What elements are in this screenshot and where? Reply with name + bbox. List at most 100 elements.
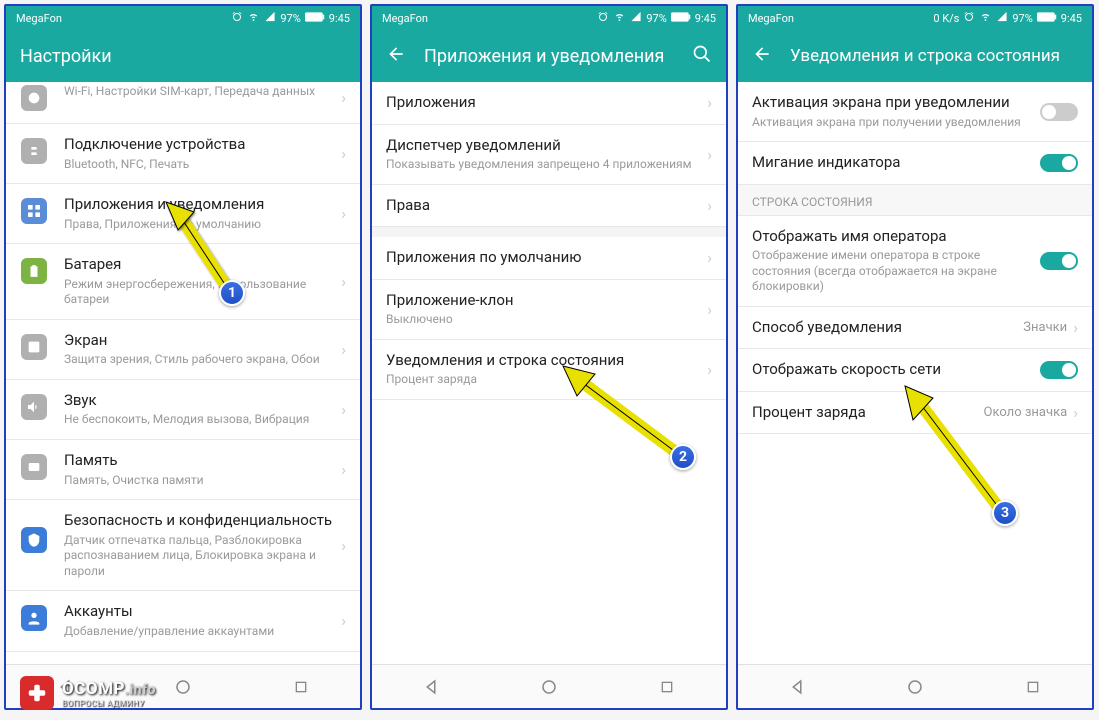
watermark-text-1: OCOMP — [62, 679, 125, 699]
toggle-switch[interactable] — [1040, 361, 1078, 379]
wifi-icon — [613, 11, 626, 25]
notif-row-blink[interactable]: Мигание индикатора — [738, 142, 1092, 185]
nav-bar — [372, 664, 726, 708]
signal-icon — [630, 11, 642, 25]
annotation-badge-1: 1 — [219, 280, 245, 306]
chevron-right-icon: › — [341, 144, 346, 163]
search-button[interactable] — [692, 44, 712, 69]
notif-list[interactable]: Активация экрана при уведомленииАктиваци… — [738, 82, 1092, 664]
annotation-badge-2: 2 — [670, 444, 696, 470]
settings-row-connection[interactable]: Подключение устройства Bluetooth, NFC, Пе… — [6, 124, 360, 184]
back-button[interactable] — [752, 44, 772, 69]
battery-icon — [305, 12, 325, 25]
apps-list[interactable]: Приложения › Диспетчер уведомленийПоказы… — [372, 82, 726, 664]
row-label: Приложение-клон — [386, 291, 707, 311]
notif-row-method[interactable]: Способ уведомления Значки › — [738, 307, 1092, 350]
status-bar: MegaFon 97% 9:45 — [6, 6, 360, 30]
apps-icon — [20, 197, 48, 225]
row-label: Отображать имя оператора — [752, 227, 1040, 247]
chevron-right-icon: › — [341, 536, 346, 555]
row-label: Приложения — [386, 93, 707, 113]
nav-back-button[interactable] — [783, 673, 811, 701]
row-label: Мигание индикатора — [752, 153, 1040, 173]
row-sub: Права, Приложения по умолчанию — [64, 217, 341, 233]
chevron-right-icon: › — [707, 360, 712, 379]
battery-icon — [1037, 12, 1057, 25]
row-label: Уведомления и строка состояния — [386, 351, 707, 371]
phone-screen-3: MegaFon 0 K/s 97% 9:45 Уведомления и стр… — [736, 4, 1094, 710]
settings-row-management[interactable]: УправлениеСпец. возможности › — [6, 652, 360, 664]
chevron-right-icon: › — [707, 93, 712, 112]
toggle-switch[interactable] — [1040, 154, 1078, 172]
settings-row-display[interactable]: ЭкранЗащита зрения, Стиль рабочего экран… — [6, 320, 360, 380]
phone-screen-2: MegaFon 97% 9:45 Приложения и уведомлени… — [370, 4, 728, 710]
time-label: 9:45 — [1061, 12, 1082, 25]
apps-row-notif-statusbar[interactable]: Уведомления и строка состоянияПроцент за… — [372, 340, 726, 400]
back-button[interactable] — [386, 44, 406, 69]
battery-pct: 97% — [646, 12, 666, 25]
battery-pct: 97% — [280, 12, 300, 25]
alarm-icon — [597, 11, 609, 26]
wifi-settings-icon — [20, 84, 48, 112]
storage-icon — [20, 453, 48, 481]
nav-home-button[interactable] — [901, 673, 929, 701]
chevron-right-icon: › — [707, 196, 712, 215]
watermark-text-2: ВОПРОСЫ АДМИНУ — [62, 699, 156, 708]
title-bar: Приложения и уведомления — [372, 30, 726, 82]
settings-list[interactable]: Wi-Fi, Настройки SIM-карт, Передача данн… — [6, 82, 360, 664]
chevron-right-icon: › — [341, 272, 346, 291]
watermark-text-1b: .info — [125, 682, 156, 698]
chevron-right-icon: › — [707, 248, 712, 267]
page-title: Настройки — [20, 46, 346, 67]
apps-row-notif-manager[interactable]: Диспетчер уведомленийПоказывать уведомле… — [372, 125, 726, 185]
notif-row-operator-name[interactable]: Отображать имя оператораОтображение имен… — [738, 216, 1092, 307]
carrier-label: MegaFon — [382, 12, 597, 25]
apps-row-permissions[interactable]: Права › — [372, 185, 726, 228]
settings-row-storage[interactable]: ПамятьПамять, Очистка памяти › — [6, 440, 360, 500]
carrier-label: MegaFon — [16, 12, 231, 25]
settings-row-accounts[interactable]: АккаунтыДобавление/управление аккаунтами… — [6, 591, 360, 651]
page-title: Приложения и уведомления — [424, 46, 682, 67]
row-label: Управление — [64, 663, 341, 664]
toggle-switch[interactable] — [1040, 252, 1078, 270]
row-label: Приложения и уведомления — [64, 195, 341, 215]
apps-row-default-apps[interactable]: Приложения по умолчанию › — [372, 227, 726, 280]
watermark: OCOMP.info ВОПРОСЫ АДМИНУ — [20, 676, 156, 710]
notif-row-activate-screen[interactable]: Активация экрана при уведомленииАктиваци… — [738, 82, 1092, 142]
settings-row-sound[interactable]: ЗвукНе беспокоить, Мелодия вызова, Вибра… — [6, 380, 360, 440]
time-label: 9:45 — [329, 12, 350, 25]
row-sub: Показывать уведомления запрещено 4 прило… — [386, 157, 707, 173]
chevron-right-icon: › — [707, 145, 712, 164]
nav-home-button[interactable] — [535, 673, 563, 701]
apps-row-clone[interactable]: Приложение-клонВыключено › — [372, 280, 726, 340]
settings-row-apps[interactable]: Приложения и уведомления Права, Приложени… — [6, 184, 360, 244]
apps-row-applications[interactable]: Приложения › — [372, 82, 726, 125]
notif-row-battery-pct[interactable]: Процент заряда Около значка › — [738, 392, 1092, 435]
title-bar: Уведомления и строка состояния — [738, 30, 1092, 82]
battery-settings-icon — [20, 257, 48, 285]
chevron-right-icon: › — [341, 460, 346, 479]
settings-row-security[interactable]: Безопасность и конфиденциальностьДатчик … — [6, 500, 360, 591]
row-label: Подключение устройства — [64, 135, 341, 155]
nav-recent-button[interactable] — [1019, 673, 1047, 701]
row-label: Звук — [64, 391, 341, 411]
settings-row-battery[interactable]: БатареяРежим энергосбережения, Использов… — [6, 244, 360, 320]
nav-back-button[interactable] — [417, 673, 445, 701]
notif-row-net-speed[interactable]: Отображать скорость сети — [738, 349, 1092, 392]
toggle-switch[interactable] — [1040, 103, 1078, 121]
nav-recent-button[interactable] — [287, 673, 315, 701]
row-sub: Bluetooth, NFC, Печать — [64, 157, 341, 173]
row-sub: Добавление/управление аккаунтами — [64, 624, 341, 640]
row-sub: Процент заряда — [386, 372, 707, 388]
row-value: Около значка — [984, 405, 1068, 420]
settings-row-wifi[interactable]: Wi-Fi, Настройки SIM-карт, Передача данн… — [6, 82, 360, 124]
nav-home-button[interactable] — [169, 673, 197, 701]
nav-recent-button[interactable] — [653, 673, 681, 701]
sound-icon — [20, 393, 48, 421]
phone-screen-1: MegaFon 97% 9:45 Настройки Wi-Fi, Настро… — [4, 4, 362, 710]
row-sub: Активация экрана при получении уведомлен… — [752, 115, 1040, 131]
row-label: Отображать скорость сети — [752, 360, 1040, 380]
section-header: СТРОКА СОСТОЯНИЯ — [738, 185, 1092, 216]
row-sub: Защита зрения, Стиль рабочего экрана, Об… — [64, 352, 341, 368]
row-sub: Выключено — [386, 312, 707, 328]
